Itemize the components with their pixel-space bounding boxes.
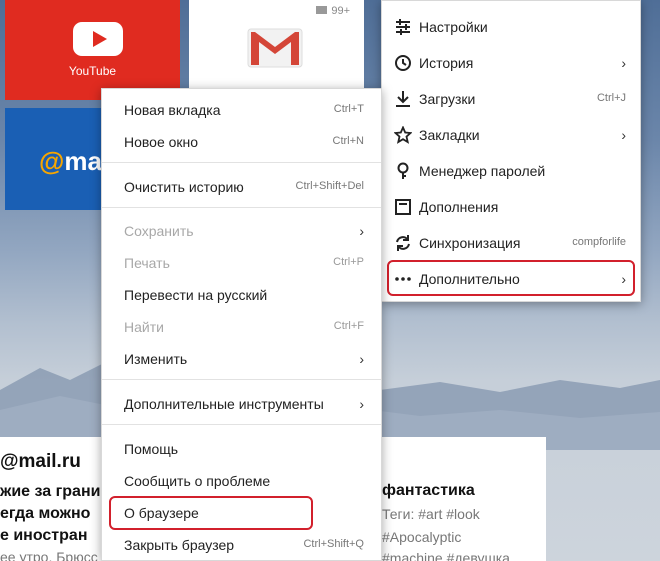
menu-item-sync[interactable]: Синхронизация compforlife bbox=[382, 228, 640, 258]
gmail-logo-icon bbox=[247, 28, 303, 68]
news-text-line: е иностран bbox=[0, 527, 88, 544]
menu-separator bbox=[102, 424, 381, 425]
menu-item-shortcut: Ctrl+T bbox=[333, 103, 364, 115]
menu-item-label: История bbox=[419, 55, 474, 71]
news-text-line: егда можно bbox=[0, 505, 91, 522]
menu-item-edit[interactable]: Изменить › bbox=[102, 344, 381, 374]
chevron-right-icon: › bbox=[359, 351, 364, 367]
menu-item-label: Изменить bbox=[124, 351, 188, 367]
news-source: @mail.ru bbox=[0, 451, 81, 472]
clock-icon bbox=[395, 55, 411, 71]
menu-item-label: Дополнения bbox=[419, 199, 499, 215]
menu-item-new-window[interactable]: Новое окно Ctrl+N bbox=[102, 127, 381, 157]
sync-icon bbox=[396, 235, 410, 251]
youtube-play-icon bbox=[73, 22, 123, 56]
extensions-icon bbox=[395, 199, 411, 215]
menu-item-label: Найти bbox=[124, 319, 164, 335]
menu-item-shortcut: Ctrl+J bbox=[596, 92, 626, 104]
chevron-right-icon: › bbox=[621, 127, 626, 143]
sync-account-name: compforlife bbox=[572, 236, 626, 248]
browser-main-menu: Настройки История › Загрузки Ctrl+J Закл… bbox=[381, 0, 641, 302]
menu-item-label: Перевести на русский bbox=[124, 287, 268, 303]
gmail-tile[interactable]: 99+ bbox=[189, 0, 364, 90]
menu-separator bbox=[102, 162, 381, 163]
menu-item-label: Закладки bbox=[419, 127, 480, 143]
menu-item-password-manager[interactable]: Менеджер паролей bbox=[382, 156, 640, 186]
menu-item-shortcut: Ctrl+Shift+Q bbox=[303, 538, 364, 550]
menu-item-label: Загрузки bbox=[419, 91, 476, 107]
menu-item-find[interactable]: Найти Ctrl+F bbox=[102, 312, 381, 342]
menu-item-more-tools[interactable]: Дополнительные инструменты › bbox=[102, 389, 381, 419]
download-icon bbox=[396, 91, 410, 107]
menu-separator bbox=[102, 379, 381, 380]
menu-item-report-problem[interactable]: Сообщить о проблеме bbox=[102, 466, 381, 496]
menu-item-clear-history[interactable]: Очистить историю Ctrl+Shift+Del bbox=[102, 172, 381, 202]
chevron-right-icon: › bbox=[359, 396, 364, 412]
menu-item-extensions[interactable]: Дополнения bbox=[382, 192, 640, 222]
menu-item-label: Новая вкладка bbox=[124, 102, 221, 118]
menu-item-shortcut: Ctrl+N bbox=[332, 135, 364, 147]
settings-sliders-icon bbox=[396, 19, 410, 35]
menu-item-close-browser[interactable]: Закрыть браузер Ctrl+Shift+Q bbox=[102, 530, 381, 560]
chevron-right-icon: › bbox=[621, 55, 626, 71]
menu-item-label: Новое окно bbox=[124, 134, 199, 150]
mailru-tile-label: @ma bbox=[39, 146, 102, 176]
menu-item-print[interactable]: Печать Ctrl+P bbox=[102, 248, 381, 278]
menu-item-label: Настройки bbox=[419, 19, 488, 35]
menu-item-bookmarks[interactable]: Закладки › bbox=[382, 120, 640, 150]
menu-item-translate[interactable]: Перевести на русский bbox=[102, 280, 381, 310]
star-icon bbox=[394, 126, 412, 144]
key-icon bbox=[397, 162, 409, 179]
chevron-right-icon: › bbox=[359, 223, 364, 239]
menu-item-downloads[interactable]: Загрузки Ctrl+J bbox=[382, 84, 640, 114]
menu-item-label: Сохранить bbox=[124, 223, 194, 239]
news-text-line: ее утро. Брюсс bbox=[0, 549, 98, 561]
envelope-icon bbox=[316, 6, 328, 14]
menu-item-label: Очистить историю bbox=[124, 179, 244, 195]
highlight-frame-more bbox=[387, 260, 635, 296]
menu-separator bbox=[102, 207, 381, 208]
menu-item-settings[interactable]: Настройки bbox=[382, 12, 640, 42]
youtube-tile-label: YouTube bbox=[68, 64, 117, 78]
news-right-title: фантастика bbox=[382, 482, 475, 499]
menu-item-label: Сообщить о проблеме bbox=[124, 473, 271, 489]
menu-item-save[interactable]: Сохранить › bbox=[102, 216, 381, 246]
youtube-tile[interactable]: YouTube bbox=[5, 0, 180, 100]
menu-item-label: Дополнительные инструменты bbox=[124, 396, 324, 412]
news-right-line: #Apocalyptic bbox=[382, 529, 462, 545]
menu-item-new-tab[interactable]: Новая вкладка Ctrl+T bbox=[102, 95, 381, 125]
news-right-line: #machine #девушка bbox=[382, 550, 510, 561]
menu-item-shortcut: Ctrl+Shift+Del bbox=[295, 180, 364, 192]
highlight-frame-about bbox=[109, 496, 313, 530]
menu-item-help[interactable]: Помощь bbox=[102, 434, 381, 464]
menu-item-label: Печать bbox=[124, 255, 170, 271]
news-text-line: жие за грани bbox=[0, 483, 101, 500]
news-right-line: Теги: #art #look bbox=[382, 506, 480, 522]
gmail-unread-count: 99+ bbox=[316, 5, 350, 17]
menu-item-label: Синхронизация bbox=[419, 235, 521, 251]
menu-item-label: Закрыть браузер bbox=[124, 537, 235, 553]
menu-item-label: Менеджер паролей bbox=[419, 163, 546, 179]
menu-item-shortcut: Ctrl+F bbox=[333, 320, 364, 332]
menu-item-label: Помощь bbox=[124, 441, 179, 457]
menu-item-shortcut: Ctrl+P bbox=[333, 256, 364, 268]
menu-item-history[interactable]: История › bbox=[382, 48, 640, 78]
more-submenu: Новая вкладка Ctrl+T Новое окно Ctrl+N О… bbox=[101, 88, 382, 561]
